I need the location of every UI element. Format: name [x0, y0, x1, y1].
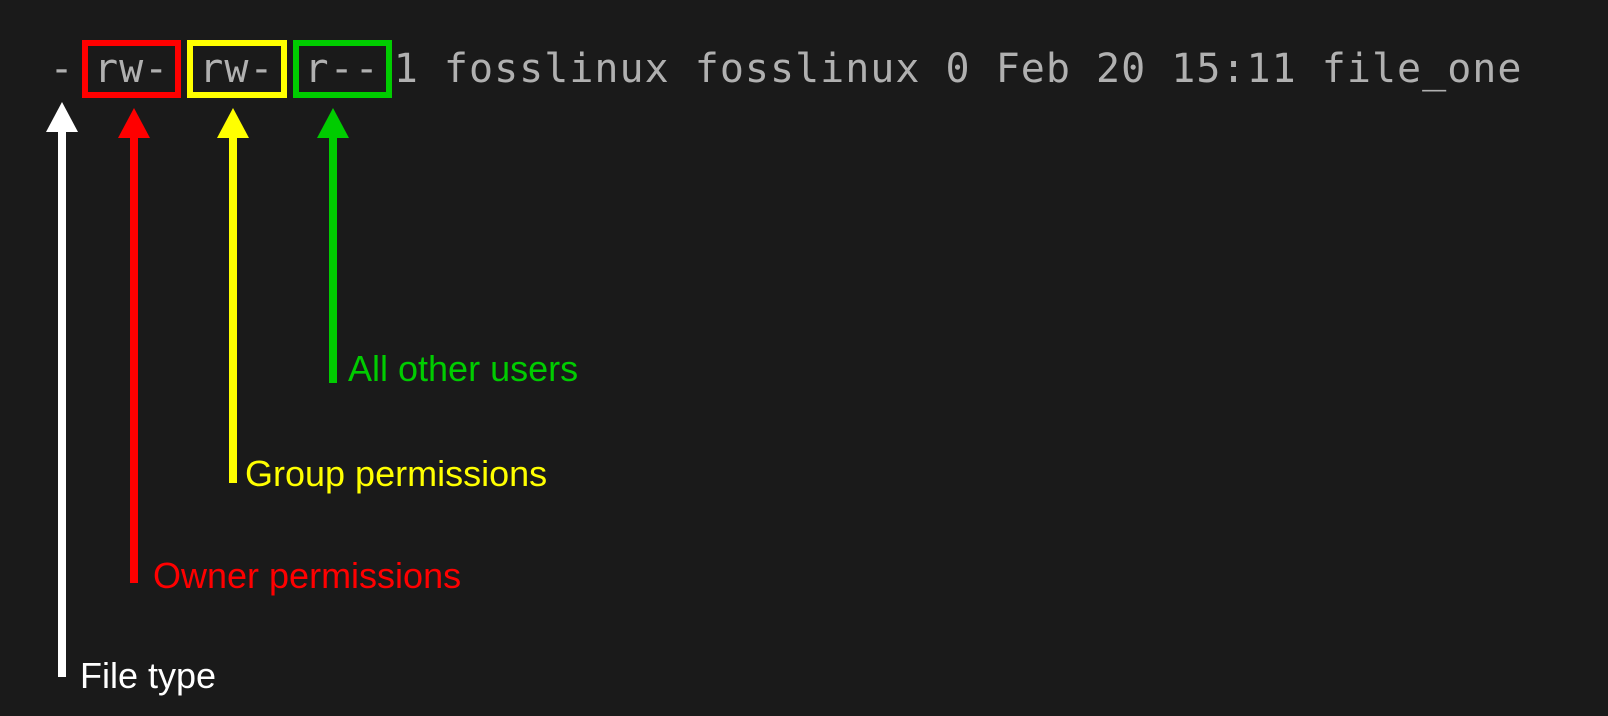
file-type-label: File type — [80, 655, 216, 697]
other-permissions-label: All other users — [348, 348, 578, 390]
owner-permissions-label: Owner permissions — [153, 555, 461, 597]
arrow-stem — [329, 133, 337, 383]
file-type-arrow — [46, 102, 78, 677]
other-permissions-arrow — [317, 108, 349, 383]
owner-permissions-box: rw- — [82, 40, 181, 98]
group-permissions-arrow — [217, 108, 249, 483]
arrow-stem — [229, 133, 237, 483]
group-permissions-box: rw- — [187, 40, 286, 98]
arrow-stem — [58, 127, 66, 677]
arrow-stem — [130, 133, 138, 583]
group-permissions-label: Group permissions — [245, 453, 547, 495]
file-details-text: 1 fosslinux fosslinux 0 Feb 20 15:11 fil… — [394, 46, 1523, 92]
owner-permissions-arrow — [118, 108, 150, 583]
other-permissions-box: r-- — [293, 40, 392, 98]
file-type-char: - — [48, 46, 76, 92]
ls-output-line: - rw- rw- r-- 1 fosslinux fosslinux 0 Fe… — [48, 40, 1522, 98]
